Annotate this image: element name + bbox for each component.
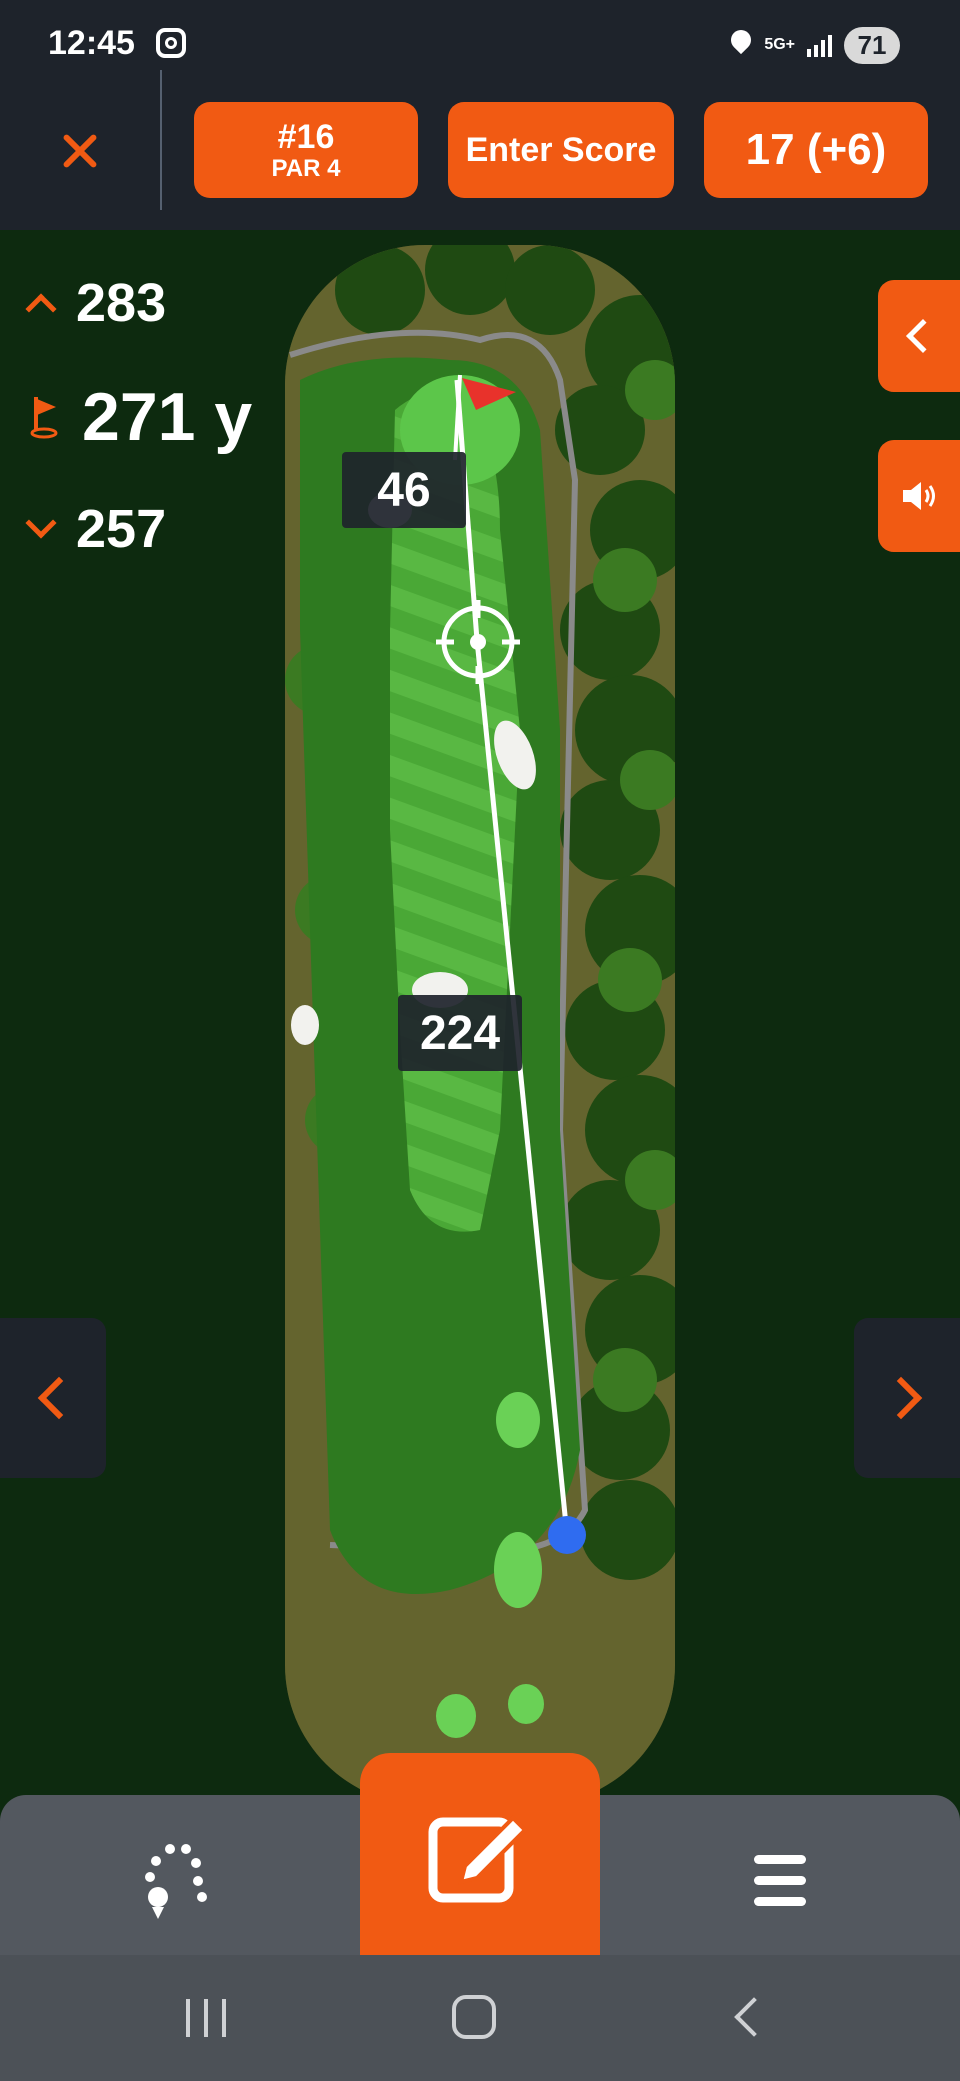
chevron-up-icon	[25, 293, 57, 325]
speaker-icon	[903, 482, 935, 510]
chevron-right-icon	[879, 1376, 923, 1420]
chevron-left-icon	[906, 319, 940, 353]
collapse-panel-button[interactable]	[878, 280, 960, 392]
menu-icon	[754, 1854, 806, 1864]
battery-level: 71	[844, 26, 900, 64]
back-distance-value: 283	[76, 273, 167, 333]
signal-icon	[807, 33, 832, 57]
tee-to-target-distance: 224	[419, 1006, 501, 1060]
sound-button[interactable]	[878, 440, 960, 552]
back-distance: 283	[25, 272, 167, 334]
player-location-dot	[548, 1516, 586, 1554]
chevron-down-icon	[25, 507, 57, 539]
system-nav-bar	[0, 1955, 960, 2081]
front-distance: 257	[25, 498, 167, 560]
menu-button[interactable]	[740, 1835, 820, 1925]
shot-tracker-icon	[145, 1844, 207, 1919]
next-hole-button[interactable]	[854, 1318, 960, 1478]
front-distance-value: 257	[76, 499, 167, 559]
hole-par: PAR 4	[271, 155, 341, 182]
network-type: 5G+	[764, 36, 795, 53]
home-icon[interactable]	[452, 1995, 496, 2039]
location-icon	[730, 30, 752, 60]
edit-score-icon	[428, 1815, 528, 1903]
status-indicators: 5G+ 71	[730, 26, 900, 64]
enter-score-button[interactable]: Enter Score	[448, 102, 674, 198]
back-icon[interactable]	[734, 1997, 774, 2037]
previous-hole-button[interactable]	[0, 1318, 106, 1478]
flag-icon	[30, 397, 58, 439]
shot-tracker-button[interactable]	[136, 1835, 216, 1925]
hole-map[interactable]: 46 224 283 271 y 257	[0, 230, 960, 1795]
total-score-button[interactable]: 17 (+6)	[704, 102, 928, 198]
hole-selector-button[interactable]: #16 PAR 4	[194, 102, 418, 198]
divider	[160, 70, 162, 210]
edit-score-button[interactable]	[360, 1753, 600, 1955]
hole-number: #16	[277, 118, 335, 156]
status-time: 12:45	[48, 24, 135, 62]
status-bar: 12:45 5G+ 71	[0, 0, 960, 90]
pin-distance-value: 271 y	[82, 379, 253, 455]
chevron-left-icon	[37, 1376, 81, 1420]
pin-distance: 271 y	[30, 378, 252, 456]
close-icon[interactable]	[50, 122, 110, 182]
instagram-icon	[156, 28, 186, 58]
recent-apps-icon[interactable]	[186, 1999, 226, 2037]
top-bar: #16 PAR 4 Enter Score 17 (+6)	[0, 70, 960, 230]
target-to-green-distance: 46	[377, 463, 431, 517]
